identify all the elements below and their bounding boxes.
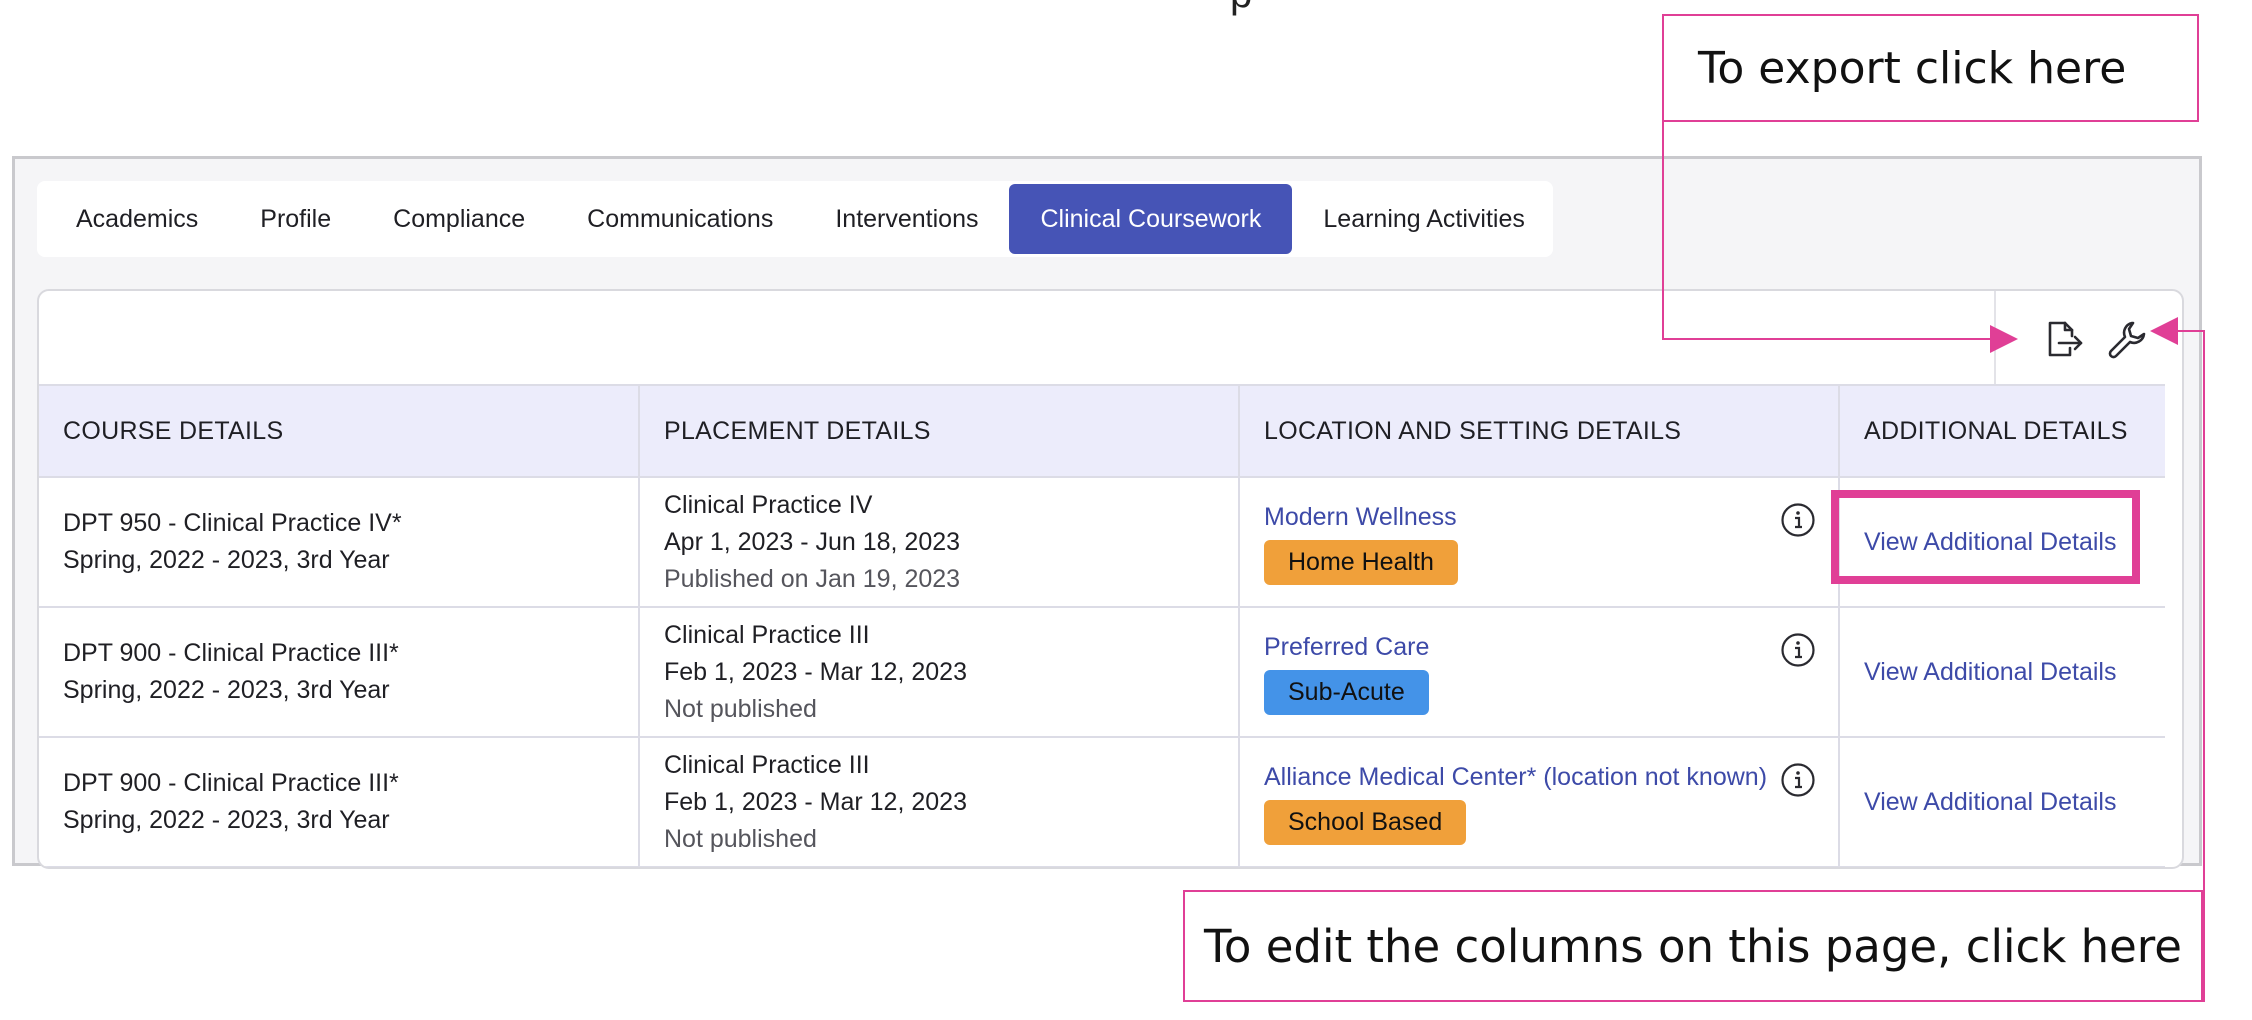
edit-connector-line (2176, 330, 2205, 332)
info-icon[interactable] (1780, 632, 1816, 668)
table-row: DPT 900 - Clinical Practice III* Spring,… (39, 607, 2165, 738)
screenshot-panel: Academics Profile Compliance Communicati… (12, 156, 2202, 869)
edit-connector-line (2203, 330, 2205, 1002)
course-term: Spring, 2022 - 2023, 3rd Year (63, 546, 390, 574)
export-connector-line (1662, 122, 1664, 340)
course-cell: DPT 900 - Clinical Practice III* Spring,… (39, 737, 640, 867)
export-connector-line (1662, 338, 1990, 340)
view-additional-details-link[interactable]: View Additional Details (1864, 528, 2116, 556)
course-name: DPT 900 - Clinical Practice III* (63, 769, 399, 797)
location-link[interactable]: Preferred Care (1264, 629, 1838, 666)
arrow-left-icon (2150, 317, 2178, 345)
table-row: DPT 900 - Clinical Practice III* Spring,… (39, 737, 2165, 867)
placement-cell: Clinical Practice IV Apr 1, 2023 - Jun 1… (639, 477, 1240, 608)
placement-cell: Clinical Practice III Feb 1, 2023 - Mar … (639, 607, 1240, 738)
location-cell: Preferred Care Sub-Acute (1239, 607, 1840, 738)
location-link[interactable]: Modern Wellness (1264, 499, 1838, 536)
placement-status: Published on Jan 19, 2023 (664, 564, 961, 593)
column-header-additional[interactable]: ADDITIONAL DETAILS (1839, 384, 2165, 478)
export-file-icon[interactable] (2041, 317, 2085, 361)
arrow-right-icon (1990, 325, 2018, 353)
column-header-course[interactable]: COURSE DETAILS (39, 384, 640, 478)
placement-cell: Clinical Practice III Feb 1, 2023 - Mar … (639, 737, 1240, 867)
edit-columns-callout: To edit the columns on this page, click … (1183, 890, 2203, 1002)
location-cell: Alliance Medical Center* (location not k… (1239, 737, 1840, 867)
table-header-row: COURSE DETAILS PLACEMENT DETAILS LOCATIO… (39, 384, 2165, 478)
tab-learning-activities[interactable]: Learning Activities (1292, 184, 1556, 254)
location-cell: Modern Wellness Home Health (1239, 477, 1840, 608)
location-link[interactable]: Alliance Medical Center* (location not k… (1264, 759, 1838, 796)
view-additional-details-link[interactable]: View Additional Details (1864, 658, 2116, 686)
placement-status: Not published (664, 824, 817, 853)
placement-title: Clinical Practice IV (664, 490, 873, 519)
course-term: Spring, 2022 - 2023, 3rd Year (63, 806, 390, 834)
tab-academics[interactable]: Academics (45, 184, 229, 254)
setting-badge: School Based (1264, 800, 1467, 845)
wrench-icon[interactable] (2105, 317, 2149, 361)
placement-dates: Feb 1, 2023 - Mar 12, 2023 (664, 787, 967, 816)
setting-badge: Home Health (1264, 540, 1458, 585)
info-icon[interactable] (1780, 762, 1816, 798)
view-additional-details-link[interactable]: View Additional Details (1864, 788, 2116, 816)
table-row: DPT 950 - Clinical Practice IV* Spring, … (39, 477, 2165, 608)
cropped-title-text: p (1230, 0, 1290, 16)
course-cell: DPT 900 - Clinical Practice III* Spring,… (39, 607, 640, 738)
tab-profile[interactable]: Profile (229, 184, 362, 254)
placement-title: Clinical Practice III (664, 620, 870, 649)
tab-compliance[interactable]: Compliance (362, 184, 556, 254)
tab-clinical-coursework[interactable]: Clinical Coursework (1009, 184, 1293, 254)
tab-communications[interactable]: Communications (556, 184, 804, 254)
info-icon[interactable] (1780, 502, 1816, 538)
column-header-location[interactable]: LOCATION AND SETTING DETAILS (1239, 384, 1840, 478)
edit-callout-text: To edit the columns on this page, click … (1204, 919, 2182, 973)
additional-cell: View Additional Details (1839, 477, 2165, 608)
placement-dates: Feb 1, 2023 - Mar 12, 2023 (664, 657, 967, 686)
column-header-placement[interactable]: PLACEMENT DETAILS (639, 384, 1240, 478)
course-cell: DPT 950 - Clinical Practice IV* Spring, … (39, 477, 640, 608)
coursework-table: COURSE DETAILS PLACEMENT DETAILS LOCATIO… (39, 384, 2165, 867)
tab-interventions[interactable]: Interventions (804, 184, 1009, 254)
placement-dates: Apr 1, 2023 - Jun 18, 2023 (664, 527, 961, 556)
course-name: DPT 950 - Clinical Practice IV* (63, 509, 402, 537)
placement-status: Not published (664, 694, 817, 723)
tab-bar: Academics Profile Compliance Communicati… (37, 181, 1553, 257)
coursework-card: COURSE DETAILS PLACEMENT DETAILS LOCATIO… (37, 289, 2184, 869)
setting-badge: Sub-Acute (1264, 670, 1429, 715)
course-name: DPT 900 - Clinical Practice III* (63, 639, 399, 667)
export-callout: To export click here (1662, 14, 2199, 122)
course-term: Spring, 2022 - 2023, 3rd Year (63, 676, 390, 704)
additional-cell: View Additional Details (1839, 607, 2165, 738)
placement-title: Clinical Practice III (664, 750, 870, 779)
export-callout-text: To export click here (1698, 42, 2127, 94)
additional-cell: View Additional Details (1839, 737, 2165, 867)
